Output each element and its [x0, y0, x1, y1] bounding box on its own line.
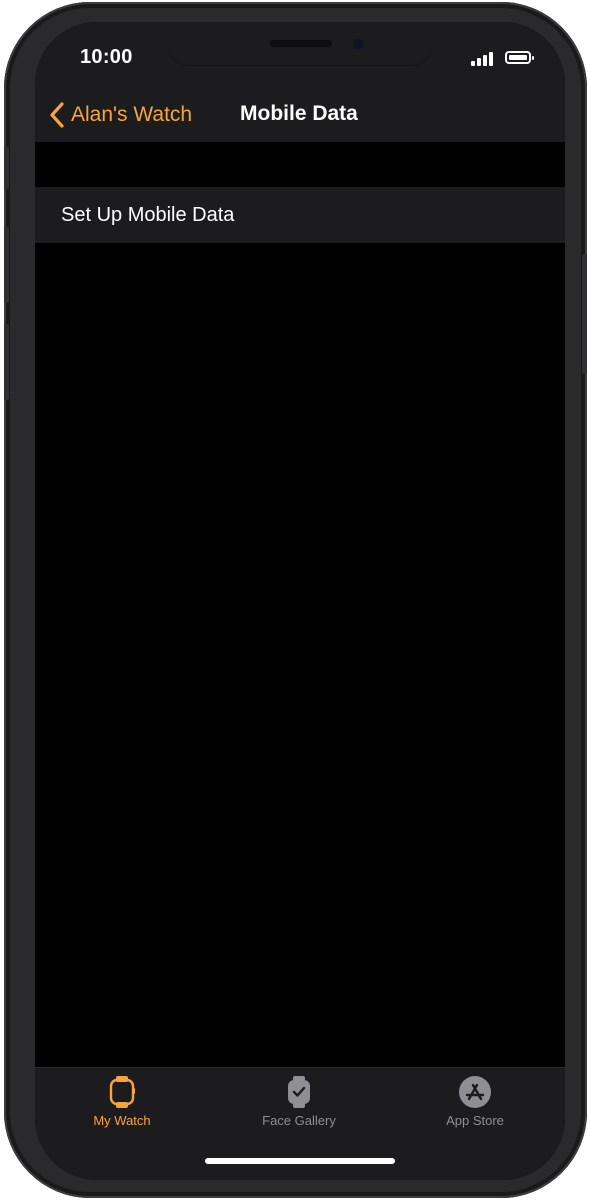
- list-item-label: Set Up Mobile Data: [61, 203, 235, 226]
- section-spacer: [35, 142, 565, 187]
- watch-icon: [109, 1076, 135, 1108]
- cellular-signal-icon: [471, 52, 495, 66]
- tab-bar: My Watch Face Gallery App Store: [35, 1067, 565, 1180]
- silent-switch: [4, 147, 9, 189]
- home-indicator[interactable]: [205, 1158, 395, 1164]
- side-button: [582, 254, 587, 374]
- status-time: 10:00: [80, 46, 133, 68]
- chevron-left-icon: [50, 102, 64, 128]
- app-store-icon: [459, 1076, 491, 1108]
- front-camera: [353, 39, 363, 49]
- volume-down-button: [4, 324, 9, 400]
- tab-label: App Store: [446, 1113, 504, 1128]
- watch-face-icon: [288, 1076, 310, 1108]
- status-bar: 10:00 Alan's Watch Mobile Data: [35, 22, 565, 142]
- list-item-set-up-mobile-data[interactable]: Set Up Mobile Data: [35, 187, 565, 243]
- tab-my-watch[interactable]: My Watch: [47, 1075, 197, 1145]
- back-button-label: Alan's Watch: [71, 103, 193, 126]
- tab-label: Face Gallery: [262, 1113, 336, 1128]
- tab-label: My Watch: [93, 1113, 151, 1128]
- battery-icon: [505, 51, 534, 64]
- tab-face-gallery[interactable]: Face Gallery: [224, 1075, 374, 1145]
- screen: 10:00 Alan's Watch Mobile Data Set Up Mo…: [35, 22, 565, 1180]
- speaker-grille: [270, 40, 332, 47]
- phone-frame: 10:00 Alan's Watch Mobile Data Set Up Mo…: [4, 2, 587, 1198]
- notch: [167, 22, 433, 66]
- back-button[interactable]: Alan's Watch: [49, 98, 192, 132]
- volume-up-button: [4, 227, 9, 303]
- tab-app-store[interactable]: App Store: [400, 1075, 550, 1145]
- page-title: Mobile Data: [240, 102, 358, 125]
